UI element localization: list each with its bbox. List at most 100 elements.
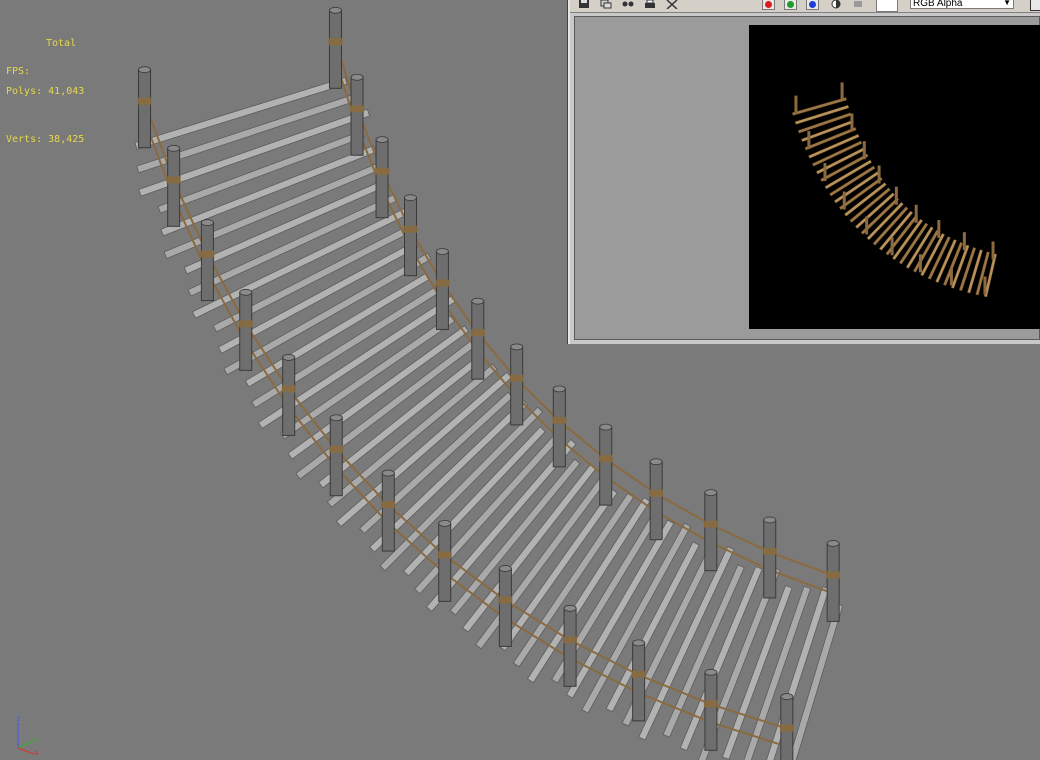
red-channel-button[interactable] [762,0,775,10]
left-post [381,472,395,552]
copy-icon[interactable] [600,0,612,9]
left-post-top [329,414,343,422]
right-post-rope-wrap [350,105,365,113]
left-post-rope-wrap [563,636,578,644]
render-post [842,191,846,210]
left-post-rope-wrap [200,250,215,258]
right-post-rope-wrap [649,489,664,497]
right-post-rope-wrap [703,520,718,528]
left-post-rope-wrap [238,320,253,328]
right-post-top [649,458,663,466]
render-post [840,82,844,101]
blue-channel-icon [809,1,816,8]
channel-display-select[interactable]: RGB Alpha ▼ [910,0,1014,9]
right-post-top [599,423,613,431]
render-post [949,267,953,286]
right-post-rope-wrap [328,38,343,46]
right-post [826,542,840,622]
left-post-rope-wrap [281,385,296,393]
left-post-top [498,565,512,572]
verts-label: Verts: [6,134,43,145]
render-post [983,276,987,295]
left-post-rope-wrap [381,501,396,509]
chevron-down-icon: ▼ [1003,0,1011,7]
left-post-top [438,519,452,527]
left-post [282,356,296,436]
render-post [962,232,966,251]
print-icon[interactable] [644,0,656,9]
left-post [563,607,577,687]
left-post-rope-wrap [137,97,152,105]
right-post-rope-wrap [470,329,485,337]
left-post-rope-wrap [631,670,646,678]
right-post [552,388,566,468]
right-post-top [763,516,777,524]
alpha-channel-icon[interactable] [830,0,842,9]
axis-z-label: z [16,714,21,723]
left-post-top [381,469,395,477]
fps-label: FPS: [6,66,31,77]
left-post-top [632,639,646,647]
green-channel-button[interactable] [784,0,797,10]
render-post [823,163,827,182]
right-post [510,346,524,426]
left-post-top [563,604,577,612]
left-post-top [282,354,296,361]
left-post-top [780,693,794,700]
right-post-top [436,248,449,255]
monochrome-icon[interactable] [852,0,864,9]
right-post [328,9,342,89]
clone-window-icon[interactable] [622,0,634,9]
verts-value: 38,425 [48,134,85,145]
left-post-top [704,668,718,676]
color-swatch[interactable] [876,0,898,12]
render-plank [791,96,848,116]
blue-channel-button[interactable] [806,0,819,10]
polys-label: Polys: [6,86,43,97]
left-post [239,291,253,371]
right-post-rope-wrap [403,225,418,233]
left-post-top [167,144,181,152]
left-post [632,642,646,722]
render-post [865,216,869,235]
right-post-rope-wrap [598,455,613,463]
left-post-rope-wrap [329,445,344,453]
render-frame-area [574,16,1040,340]
right-post-rope-wrap [435,279,450,287]
clear-icon[interactable] [666,0,678,9]
right-post [471,300,485,380]
toggle-ui-button[interactable] [1030,0,1040,11]
render-post [918,254,922,273]
left-post [438,522,452,602]
right-post-top [552,385,566,393]
render-post [877,165,881,184]
render-plank [794,104,850,125]
render-plank [958,246,977,292]
left-post-rope-wrap [437,551,452,559]
render-post [890,237,894,256]
right-post [704,492,718,572]
rendered-frame-window[interactable]: RGB Alpha ▼ [568,0,1040,344]
render-post [894,186,898,205]
left-post-top [138,66,151,74]
right-post-top [375,136,389,144]
right-post-rope-wrap [826,571,841,579]
left-post [167,147,181,227]
render-post [850,113,854,132]
right-post-top [404,194,417,202]
left-post [329,417,343,497]
polys-value: 41,043 [48,86,85,97]
green-channel-icon [787,1,794,8]
render-post [914,204,918,223]
render-post [807,131,811,150]
save-icon[interactable] [578,0,590,9]
channel-select-value: RGB Alpha [913,0,963,9]
left-post [704,671,718,751]
right-post [649,461,663,541]
left-post-rope-wrap [703,700,718,708]
right-post-top [510,343,524,351]
left-post-rope-wrap [779,724,794,732]
right-post-rope-wrap [762,547,777,555]
right-post [435,250,449,330]
statistics-overlay: Total Polys: 41,043 Verts: 38,425 [6,4,84,180]
